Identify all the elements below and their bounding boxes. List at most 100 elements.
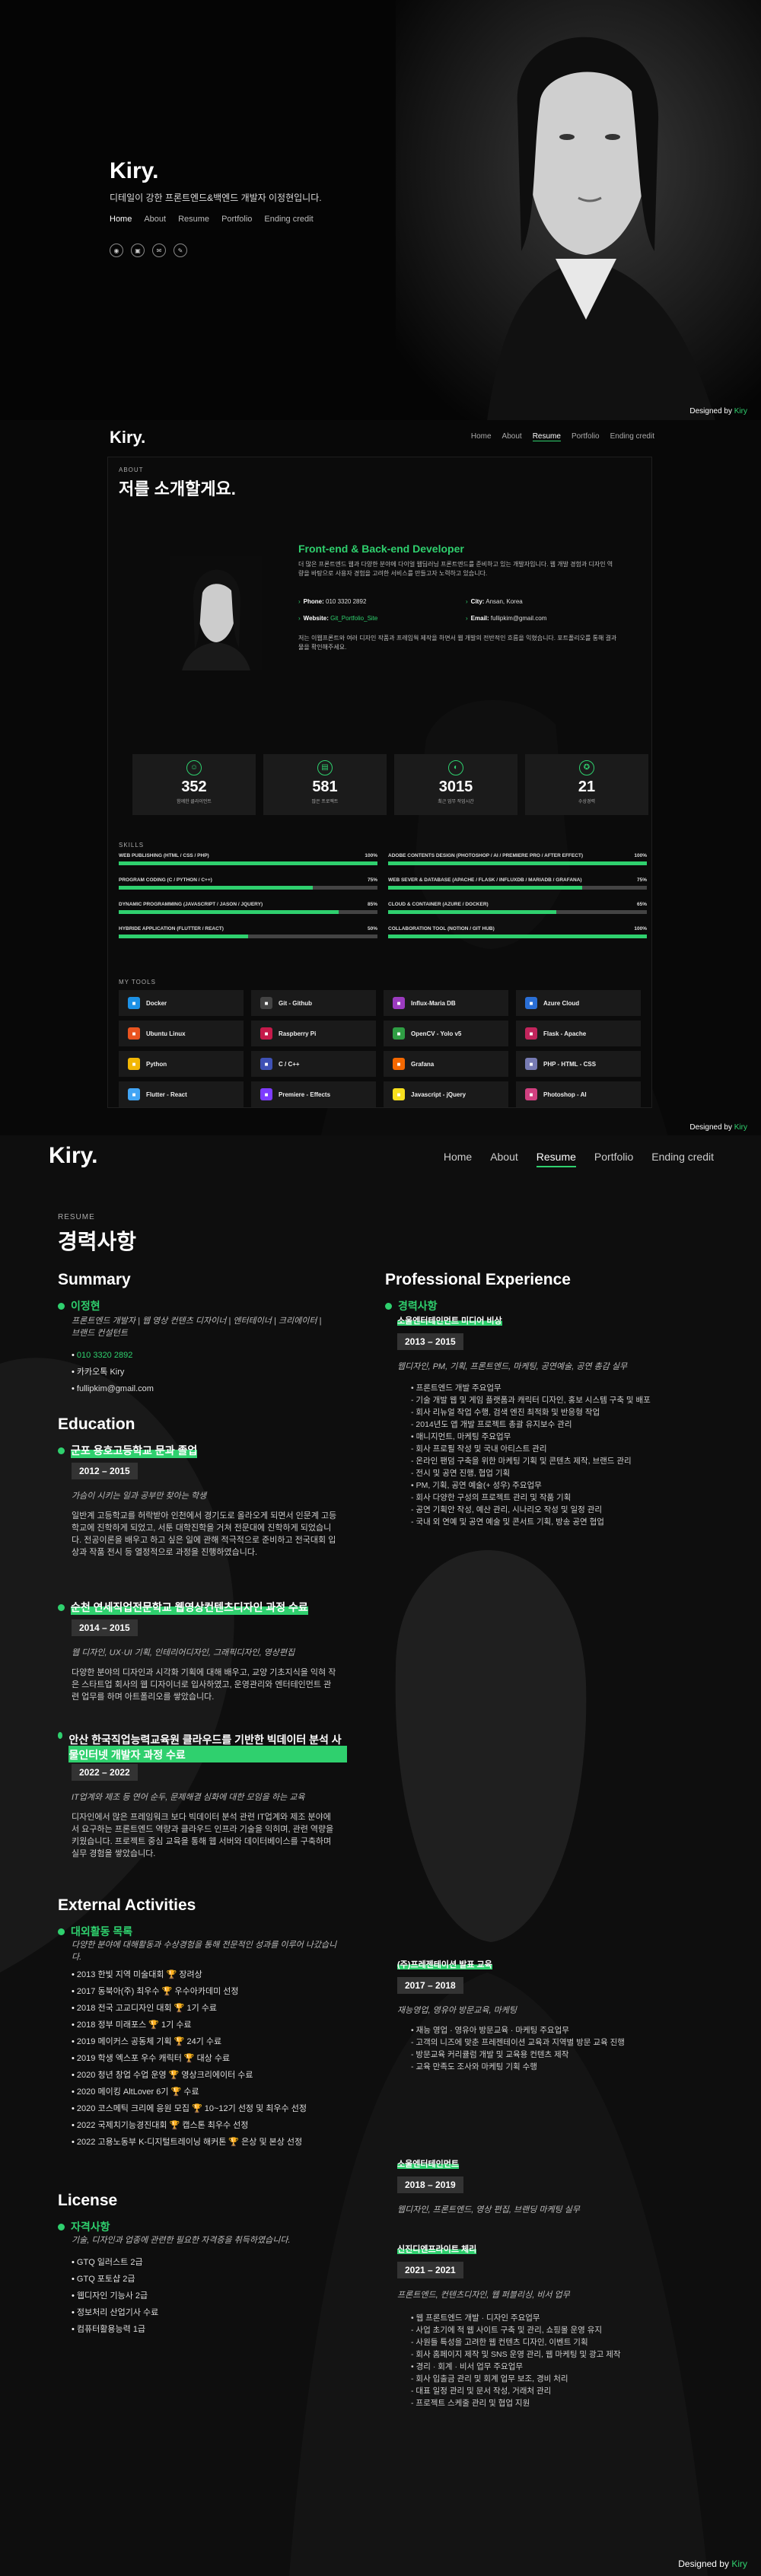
license-item: GTQ 일러스트 2급 bbox=[72, 2254, 158, 2271]
flutter-icon: ■ bbox=[128, 1088, 140, 1100]
summary-phone: 010 3320 2892 bbox=[72, 1347, 154, 1364]
tool-name: Premiere - Effects bbox=[279, 1091, 331, 1098]
activity-item: 2018 정부 미래포스 🏆 1기 수료 bbox=[72, 2017, 361, 2033]
nav-about[interactable]: About bbox=[490, 1151, 518, 1167]
tool-name: Javascript - jQuery bbox=[411, 1091, 466, 1098]
resume-logo[interactable]: Kiry. bbox=[49, 1143, 97, 1169]
about-title: 저를 소개할게요. bbox=[119, 479, 236, 498]
skill-bar: PROGRAM CODING (C / PYTHON / C++) 75% bbox=[119, 877, 377, 894]
nav-home[interactable]: Home bbox=[444, 1151, 472, 1167]
instagram-icon[interactable]: ▣ bbox=[131, 244, 145, 257]
about-logo[interactable]: Kiry. bbox=[110, 428, 145, 447]
activity-item: 2017 동북아(주) 최우수 🏆 우수아카데미 선정 bbox=[72, 1983, 361, 2000]
activities-list: 2013 한빛 지역 미술대회 🏆 장려상2017 동북아(주) 최우수 🏆 우… bbox=[72, 1966, 361, 2151]
mail-icon[interactable]: ✉ bbox=[152, 244, 166, 257]
skill-fill bbox=[119, 910, 339, 914]
skill-percent: 100% bbox=[365, 853, 377, 858]
license-item: 웹디자인 기능사 2급 bbox=[72, 2288, 158, 2304]
award-icon: ✪ bbox=[579, 760, 594, 775]
designed-by-credit: Designed by Kiry bbox=[678, 2558, 747, 2569]
nav-resume[interactable]: Resume bbox=[178, 215, 209, 224]
activity-item: 2022 고용노동부 K-디지털트레이닝 해커톤 🏆 은상 및 본상 선정 bbox=[72, 2134, 361, 2151]
education-item-1-school: 군포 용호고등학교 문과 졸업 bbox=[58, 1443, 198, 1458]
nav-ending-credit[interactable]: Ending credit bbox=[610, 432, 654, 441]
skill-percent: 50% bbox=[367, 926, 377, 931]
nav-resume[interactable]: Resume bbox=[536, 1151, 576, 1167]
experience-item-2-company: (주)프레젠테이션 발표 교육 bbox=[397, 1960, 492, 1969]
skill-name: ADOBE CONTENTS DESIGN (PHOTOSHOP / AI / … bbox=[388, 853, 584, 858]
resume-title: 경력사항 bbox=[58, 1230, 137, 1253]
php-icon: ■ bbox=[525, 1058, 537, 1070]
nav-about[interactable]: About bbox=[144, 215, 166, 224]
nav-portfolio[interactable]: Portfolio bbox=[594, 1151, 633, 1167]
activity-item: 2019 메이커스 공동체 기획 🏆 24기 수료 bbox=[72, 2033, 361, 2050]
tool-card: ■ Azure Cloud bbox=[516, 990, 641, 1016]
chevron-right-icon: › bbox=[466, 615, 468, 622]
tool-name: Docker bbox=[146, 999, 167, 1007]
skill-track bbox=[388, 910, 647, 914]
resume-label: RESUME bbox=[58, 1213, 95, 1221]
tool-card: ■ Javascript - jQuery bbox=[384, 1081, 508, 1107]
tool-name: Flutter - React bbox=[146, 1091, 187, 1098]
experience-item-4-years: 2021 – 2021 bbox=[397, 2262, 463, 2278]
tool-card: ■ PHP - HTML - CSS bbox=[516, 1051, 641, 1077]
about-label: ABOUT bbox=[119, 466, 144, 473]
summary-kakao: 카카오톡 Kiry bbox=[72, 1364, 154, 1380]
tool-name: Photoshop - AI bbox=[543, 1091, 587, 1098]
activity-item: 2020 코스메틱 크리에 응원 모집 🏆 10~12기 선정 및 최우수 선정 bbox=[72, 2100, 361, 2117]
nav-ending-credit[interactable]: Ending credit bbox=[651, 1151, 714, 1167]
tool-name: Ubuntu Linux bbox=[146, 1030, 186, 1037]
hero-logo[interactable]: Kiry. bbox=[110, 158, 158, 184]
activities-heading: External Activities bbox=[58, 1896, 196, 1914]
nav-portfolio[interactable]: Portfolio bbox=[572, 432, 600, 441]
designed-by-credit: Designed by Kiry bbox=[689, 407, 747, 416]
activities-note: 다양한 분야에 대해활동과 수상경험을 통해 전문적인 성과를 이루어 나갔습니… bbox=[72, 1941, 337, 1962]
headset-icon: ◐ bbox=[448, 760, 463, 775]
nav-ending-credit[interactable]: Ending credit bbox=[264, 215, 313, 224]
skill-track bbox=[388, 886, 647, 890]
skill-name: COLLABORATION TOOL (NOTION / GIT HUB) bbox=[388, 926, 495, 931]
ubuntu-icon: ■ bbox=[128, 1027, 140, 1040]
experience-heading: Professional Experience bbox=[385, 1271, 571, 1288]
github-icon[interactable]: ◉ bbox=[110, 244, 123, 257]
github-icon: ■ bbox=[260, 997, 272, 1009]
nav-home[interactable]: Home bbox=[110, 215, 132, 224]
activity-item: 2020 청년 창업 수업 운영 🏆 영상크리에이터 수료 bbox=[72, 2067, 361, 2084]
opencv-icon: ■ bbox=[393, 1027, 405, 1040]
skill-percent: 100% bbox=[634, 853, 647, 858]
nav-about[interactable]: About bbox=[502, 432, 522, 441]
skill-percent: 100% bbox=[634, 926, 647, 931]
tool-name: PHP - HTML - CSS bbox=[543, 1060, 597, 1068]
blog-icon[interactable]: ✎ bbox=[174, 244, 187, 257]
website-link[interactable]: Git_Portfolio_Site bbox=[330, 615, 377, 622]
javascript-icon: ■ bbox=[393, 1088, 405, 1100]
education-item-2-school: 순천 연세직업전문학교 웹영상컨텐츠디자인 과정 수료 bbox=[58, 1600, 308, 1615]
activities-title: 대외활동 목록 bbox=[58, 1924, 132, 1939]
tool-name: Azure Cloud bbox=[543, 999, 580, 1007]
city-info: › City: Ansan, Korea bbox=[466, 598, 523, 605]
skill-bar: COLLABORATION TOOL (NOTION / GIT HUB) 100… bbox=[388, 926, 647, 943]
activity-item: 2013 한빛 지역 미술대회 🏆 장려상 bbox=[72, 1966, 361, 1983]
tool-card: ■ Docker bbox=[119, 990, 244, 1016]
azure-icon: ■ bbox=[525, 997, 537, 1009]
tool-name: Influx-Maria DB bbox=[411, 999, 456, 1007]
database-icon: ■ bbox=[393, 997, 405, 1009]
nav-resume[interactable]: Resume bbox=[532, 432, 561, 441]
smile-icon: ☺ bbox=[186, 760, 202, 775]
nav-home[interactable]: Home bbox=[471, 432, 492, 441]
nav-portfolio[interactable]: Portfolio bbox=[221, 215, 252, 224]
experience-item-2-years: 2017 – 2018 bbox=[397, 1977, 463, 1994]
summary-email[interactable]: fullipkim@gmail.com bbox=[72, 1380, 154, 1397]
skill-percent: 85% bbox=[367, 902, 377, 907]
license-item: 정보처리 산업기사 수료 bbox=[72, 2304, 158, 2321]
skill-percent: 65% bbox=[636, 902, 647, 907]
tool-card: ■ Photoshop - AI bbox=[516, 1081, 641, 1107]
phone-info: › Phone: 010 3320 2892 bbox=[298, 598, 367, 605]
skill-name: PROGRAM CODING (C / PYTHON / C++) bbox=[119, 877, 212, 883]
activity-item: 2022 국제치기능경진대회 🏆 캡스톤 최우수 선정 bbox=[72, 2117, 361, 2134]
tool-name: C / C++ bbox=[279, 1060, 300, 1068]
tool-name: Git - Github bbox=[279, 999, 312, 1007]
tool-card: ■ Grafana bbox=[384, 1051, 508, 1077]
license-heading: License bbox=[58, 2192, 118, 2209]
education-item-3-note: IT업계와 제조 등 연어 순두, 문제해결 심화에 대한 모임을 하는 교육 bbox=[72, 1793, 305, 1802]
